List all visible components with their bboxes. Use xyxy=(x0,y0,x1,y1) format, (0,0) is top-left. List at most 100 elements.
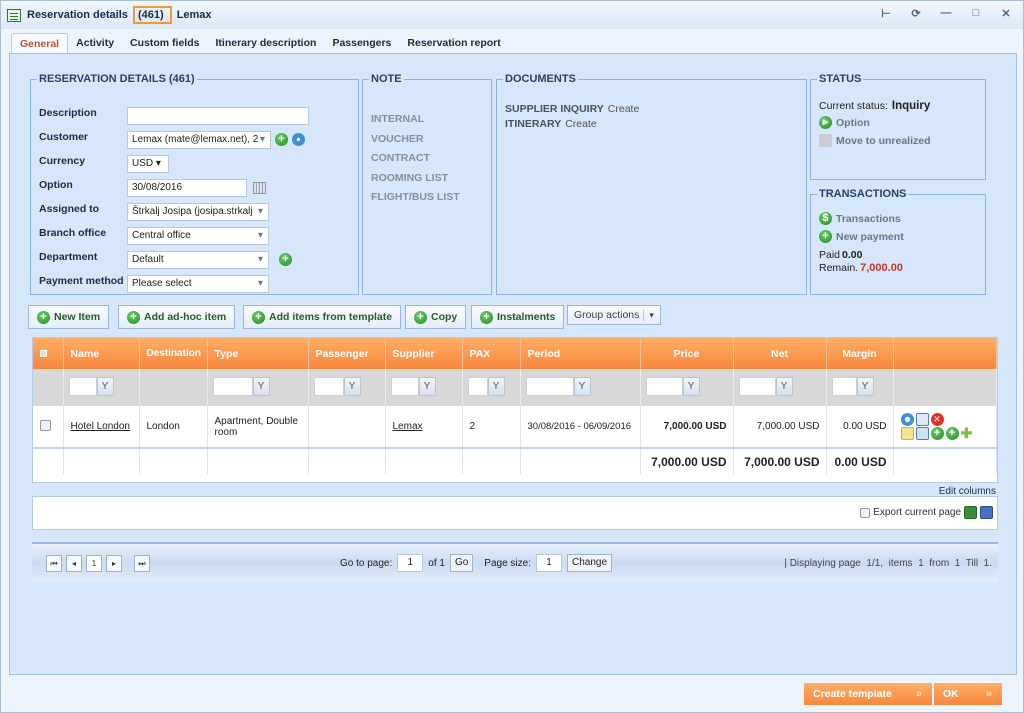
note-rooming-list-link[interactable]: ROOMING LIST xyxy=(371,172,448,184)
column-header-net[interactable]: Net xyxy=(733,338,827,369)
option-date-input[interactable]: 30/08/2016 xyxy=(127,179,247,197)
column-header-period[interactable]: Period xyxy=(520,338,641,369)
export-word-icon[interactable] xyxy=(980,506,993,519)
price-filter[interactable]: Y xyxy=(645,376,700,396)
filter-icon[interactable]: Y xyxy=(252,376,270,396)
tab-reservation-report[interactable]: Reservation report xyxy=(399,33,508,53)
tab-activity[interactable]: Activity xyxy=(68,33,122,53)
create-template-button[interactable]: Create template » xyxy=(804,683,932,705)
new-payment-link[interactable]: New payment xyxy=(836,231,904,243)
next-page-button[interactable]: ▸ xyxy=(106,554,122,572)
currency-select[interactable]: USD ▾ xyxy=(127,155,169,173)
column-header-price[interactable]: Price xyxy=(640,338,734,369)
add-sub-item-icon[interactable]: + xyxy=(945,427,959,440)
copy-button[interactable]: + Copy xyxy=(405,305,467,329)
tab-itinerary-description[interactable]: Itinerary description xyxy=(207,33,324,53)
option-link[interactable]: Option xyxy=(836,117,870,129)
item-name-link[interactable]: Hotel London xyxy=(71,421,131,432)
create-supplier-inquiry-link[interactable]: Create xyxy=(608,103,640,115)
instalments-button[interactable]: + Instalments xyxy=(471,305,565,329)
period-filter[interactable]: Y xyxy=(525,376,591,396)
supplier-filter[interactable]: Y xyxy=(390,376,436,396)
move-icon[interactable]: ✚ xyxy=(961,426,975,440)
minimize-icon[interactable]: — xyxy=(939,7,953,20)
delete-icon[interactable]: ✕ xyxy=(930,413,944,426)
unrealized-status-action[interactable]: Move to unrealized xyxy=(819,134,931,147)
margin-filter[interactable]: Y xyxy=(831,376,874,396)
tab-passengers[interactable]: Passengers xyxy=(324,33,399,53)
filter-icon[interactable]: Y xyxy=(418,376,436,396)
column-header-type[interactable]: Type xyxy=(207,338,309,369)
column-header-destination[interactable]: Destination xyxy=(139,338,208,369)
export-excel-icon[interactable] xyxy=(964,506,977,519)
filter-icon[interactable]: Y xyxy=(573,376,591,396)
filter-icon[interactable]: Y xyxy=(487,376,505,396)
new-item-button[interactable]: + New Item xyxy=(28,305,110,329)
move-to-unrealized-link[interactable]: Move to unrealized xyxy=(836,135,931,147)
go-button[interactable]: Go xyxy=(449,554,474,572)
edit-note-icon[interactable] xyxy=(900,427,914,440)
edit-document-icon[interactable] xyxy=(915,427,929,440)
new-payment-action[interactable]: + New payment xyxy=(819,230,904,243)
column-header-margin[interactable]: Margin xyxy=(826,338,894,369)
add-adhoc-item-button[interactable]: + Add ad-hoc item xyxy=(118,305,236,329)
calendar-icon[interactable] xyxy=(253,182,266,194)
branch-office-select[interactable]: Central office xyxy=(127,227,269,245)
note-internal-link[interactable]: INTERNAL xyxy=(371,113,424,125)
passenger-filter[interactable]: Y xyxy=(313,376,361,396)
close-icon[interactable]: ✕ xyxy=(999,7,1013,20)
row-checkbox[interactable] xyxy=(40,419,51,431)
change-page-size-button[interactable]: Change xyxy=(567,554,613,572)
prev-page-button[interactable]: ◂ xyxy=(66,554,82,572)
note-flight-bus-list-link[interactable]: FLIGHT/BUS LIST xyxy=(371,191,460,203)
maximize-icon[interactable]: □ xyxy=(969,7,983,20)
filter-icon[interactable]: Y xyxy=(775,376,793,396)
assigned-to-select[interactable]: Štrkalj Josipa (josipa.strkalj xyxy=(127,203,269,221)
filter-icon[interactable]: Y xyxy=(96,376,114,396)
page-size-input[interactable]: 1 xyxy=(536,554,562,572)
refresh-icon[interactable]: ⟳ xyxy=(909,7,923,20)
type-filter[interactable]: Y xyxy=(212,376,270,396)
customer-settings-icon[interactable] xyxy=(292,133,305,146)
name-filter[interactable]: Y xyxy=(68,376,114,396)
payment-method-select[interactable]: Please select xyxy=(127,275,269,293)
column-header-supplier[interactable]: Supplier xyxy=(385,338,463,369)
group-actions-dropdown[interactable]: Group actions ▾ xyxy=(567,305,661,325)
select-all-checkbox[interactable] xyxy=(33,338,64,369)
column-header-passenger[interactable]: Passenger xyxy=(308,338,386,369)
chevron-down-icon[interactable]: ▾ xyxy=(643,309,654,321)
tab-general[interactable]: General xyxy=(11,33,69,53)
description-input[interactable] xyxy=(127,107,309,125)
tab-custom-fields[interactable]: Custom fields xyxy=(122,33,207,53)
note-voucher-link[interactable]: VOUCHER xyxy=(371,133,424,145)
item-supplier-link[interactable]: Lemax xyxy=(393,421,423,432)
option-status-action[interactable]: ▸ Option xyxy=(819,116,870,129)
transactions-link[interactable]: Transactions xyxy=(836,213,901,225)
create-itinerary-link[interactable]: Create xyxy=(565,118,597,130)
customer-select[interactable]: Lemax (mate@lemax.net), 2 xyxy=(127,131,271,149)
add-items-from-template-button[interactable]: + Add items from template xyxy=(243,305,402,329)
page-1-button[interactable]: 1 xyxy=(86,554,102,572)
filter-icon[interactable]: Y xyxy=(856,376,874,396)
first-page-button[interactable]: ⏮ xyxy=(46,554,62,572)
note-contract-link[interactable]: CONTRACT xyxy=(371,152,430,164)
net-filter[interactable]: Y xyxy=(738,376,793,396)
column-header-pax[interactable]: PAX xyxy=(462,338,521,369)
goto-page-input[interactable]: 1 xyxy=(397,554,424,572)
filter-icon[interactable]: Y xyxy=(343,376,361,396)
filter-icon[interactable]: Y xyxy=(682,376,700,396)
department-select[interactable]: Default xyxy=(127,251,269,269)
add-icon[interactable]: + xyxy=(930,427,944,440)
add-department-icon[interactable]: + xyxy=(279,253,292,266)
pin-icon[interactable]: ⊢ xyxy=(879,7,893,20)
add-customer-icon[interactable]: + xyxy=(275,133,288,146)
settings-gear-icon[interactable] xyxy=(900,413,914,426)
pax-filter[interactable]: Y xyxy=(467,376,505,396)
ok-button[interactable]: OK » xyxy=(934,683,1002,705)
total-margin: 0.00 USD xyxy=(826,448,894,474)
column-header-name[interactable]: Name xyxy=(63,338,140,369)
export-current-page-checkbox[interactable] xyxy=(860,507,871,518)
transactions-action[interactable]: $ Transactions xyxy=(819,212,901,225)
last-page-button[interactable]: ⏭ xyxy=(134,554,150,572)
copy-document-icon[interactable] xyxy=(915,413,929,426)
